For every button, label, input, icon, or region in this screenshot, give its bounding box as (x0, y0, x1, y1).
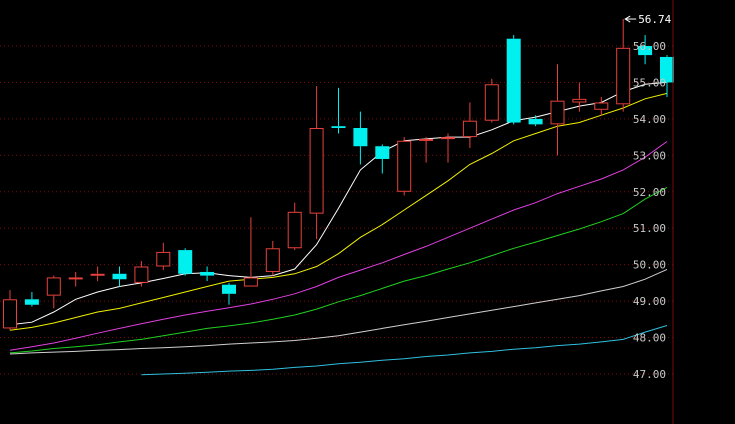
candle-body-up (287, 211, 302, 249)
candle-body-up (243, 277, 258, 287)
y-tick-label: 56.00 (633, 40, 666, 53)
candle-body-up (265, 248, 280, 272)
candle-body-down (331, 126, 346, 128)
candle-body-up (484, 84, 499, 121)
y-tick-label: 50.00 (633, 259, 666, 272)
candle-body-up (90, 273, 105, 276)
candle-body-up (550, 100, 565, 125)
y-tick-label: 52.00 (633, 186, 666, 199)
candle-body-up (156, 251, 171, 267)
candle-body-up (462, 120, 477, 138)
candle-body-down (353, 128, 368, 147)
candle-body-up (572, 98, 587, 103)
candle-body-up (441, 137, 455, 140)
candle-body-down (200, 271, 215, 276)
candle-body-up (3, 299, 17, 329)
candle (506, 35, 521, 125)
candle-body-up (309, 128, 324, 214)
y-tick-label: 53.00 (633, 149, 666, 162)
candle-body-up (134, 266, 149, 283)
y-tick-label: 55.00 (633, 76, 666, 89)
y-tick-label: 51.00 (633, 222, 666, 235)
candle-body-down (375, 146, 390, 159)
candle-body-up (68, 277, 83, 280)
y-tick-label: 48.00 (633, 332, 666, 345)
candle-body-down (506, 38, 521, 123)
annotation-label: 56.74 (638, 13, 671, 26)
candle-body-down (24, 299, 39, 305)
candle (484, 78, 499, 123)
candle-body-up (594, 102, 609, 110)
candle-body-down (178, 250, 193, 274)
candle-body-down (112, 273, 127, 280)
candle-body-up (419, 138, 434, 141)
y-tick-label: 54.00 (633, 113, 666, 126)
candle-body-up (46, 277, 61, 296)
candle (178, 248, 193, 276)
y-tick-label: 49.00 (633, 295, 666, 308)
candle-body-down (222, 284, 236, 294)
candle-body-up (397, 140, 412, 192)
candle-body-up (616, 47, 631, 105)
candle-body-down (528, 118, 543, 125)
candle (397, 137, 412, 196)
y-tick-label: 47.00 (633, 368, 666, 381)
candlestick-chart: 56.74 56.00 55.00 54.00 53.00 52.00 51.00 50.0… (0, 0, 735, 424)
